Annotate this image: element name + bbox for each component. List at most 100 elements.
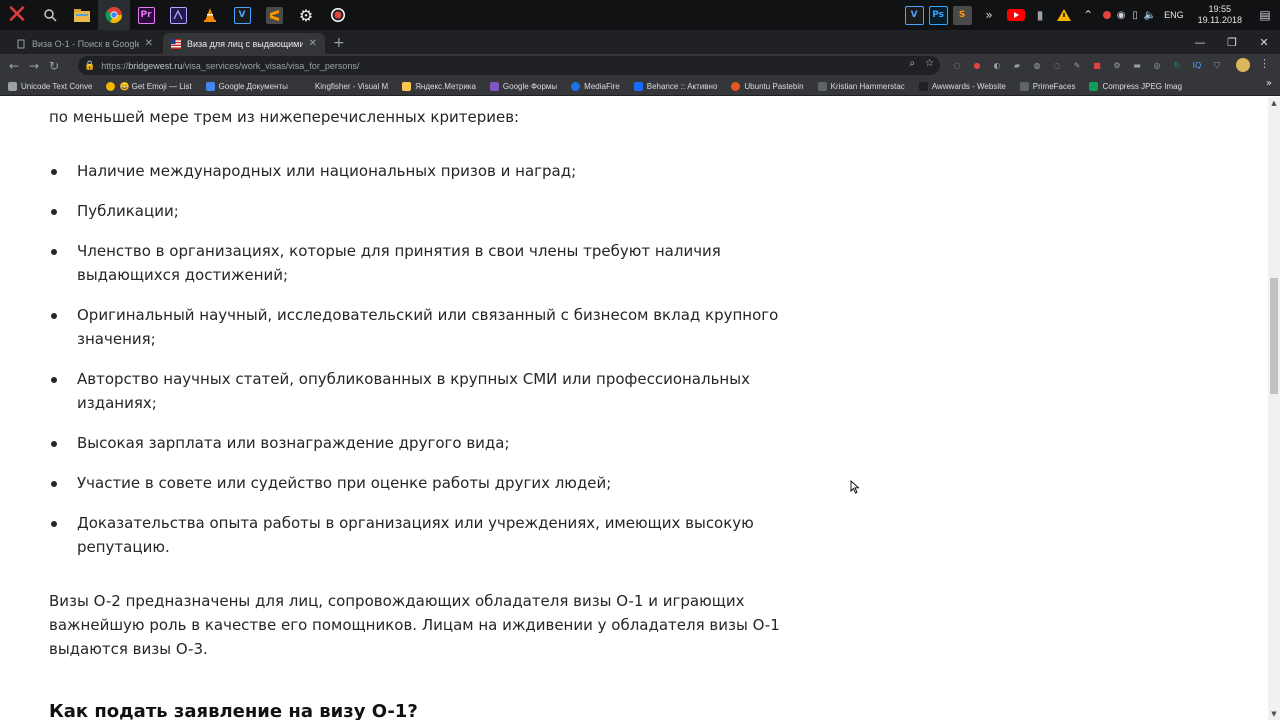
- page-scrollbar[interactable]: ▲ ▼: [1268, 97, 1280, 720]
- extension-icon[interactable]: ▰: [1010, 59, 1024, 73]
- clock-date: 19.11.2018: [1197, 15, 1242, 25]
- extension-icon[interactable]: ◌: [1050, 59, 1064, 73]
- obs-record-icon[interactable]: [322, 0, 354, 30]
- extension-icon[interactable]: ⚙: [1110, 59, 1124, 73]
- bookmark-item[interactable]: Kristian Hammerstac: [817, 81, 905, 91]
- zoom-search-icon[interactable]: ⌕: [909, 58, 915, 69]
- premiere-icon[interactable]: Pr: [130, 0, 162, 30]
- url-text[interactable]: https://bridgewest.ru/visa_services/work…: [101, 61, 359, 71]
- address-bar[interactable]: 🔒 https://bridgewest.ru/visa_services/wo…: [78, 56, 940, 75]
- input-language[interactable]: ENG: [1158, 10, 1190, 20]
- bullet-icon: [51, 481, 57, 487]
- overflow-chevron-icon[interactable]: »: [974, 0, 1004, 30]
- bookmark-item[interactable]: Awwwards - Website: [918, 81, 1006, 91]
- photoshop-tray-icon[interactable]: Ps: [926, 0, 950, 30]
- close-window-icon[interactable]: ✕: [1248, 30, 1280, 54]
- extension-icon[interactable]: ◌: [950, 59, 964, 73]
- taskbar-apps: ✕ Pr V ⚙: [0, 0, 354, 30]
- bookmark-item[interactable]: Яндекс.Метрика: [402, 81, 476, 91]
- tab-google-search[interactable]: Виза O-1 - Поиск в Google ✕: [8, 33, 161, 54]
- extension-icon[interactable]: ◍: [1030, 59, 1044, 73]
- bookmark-item[interactable]: Compress JPEG Imag: [1089, 81, 1182, 91]
- bookmark-item[interactable]: Ubuntu Pastebin: [731, 81, 804, 91]
- bookmark-favicon: [817, 81, 827, 91]
- bullet-icon: [51, 441, 57, 447]
- bookmark-item[interactable]: 😀 Get Emoji — List: [106, 81, 192, 91]
- bookmark-item[interactable]: Google Документы: [205, 81, 288, 91]
- bookmark-favicon: [106, 81, 116, 91]
- extension-blue-icon[interactable]: IQ: [1190, 59, 1204, 73]
- xampp-app-icon[interactable]: ✕: [0, 0, 34, 30]
- record-indicator-icon[interactable]: [1100, 0, 1114, 30]
- bookmark-favicon: [8, 81, 17, 91]
- bookmarks-bar: Unicode Text Conve 😀 Get Emoji — List Go…: [0, 77, 1280, 96]
- criteria-list-item: Авторство научных статей, опубликованных…: [51, 367, 812, 415]
- bookmark-favicon: [918, 81, 928, 91]
- close-tab-icon[interactable]: ✕: [309, 38, 317, 49]
- extensions-row: ◌ ● ◐ ▰ ◍ ◌ ✎ ■ ⚙ ▬ ◎ ↻ IQ ⛉: [950, 54, 1224, 77]
- scrollbar-thumb[interactable]: [1270, 278, 1278, 394]
- bookmark-star-icon[interactable]: ☆: [925, 58, 934, 69]
- sublime-tray-icon[interactable]: S: [950, 0, 974, 30]
- bookmark-favicon: [1089, 81, 1099, 91]
- battery-icon[interactable]: ▯: [1128, 0, 1142, 30]
- bookmark-item[interactable]: Kingfisher - Visual M: [301, 81, 388, 91]
- volume-icon[interactable]: 🔈: [1142, 0, 1158, 30]
- notifications-icon[interactable]: ▤: [1250, 0, 1280, 30]
- restore-icon[interactable]: ❐: [1216, 30, 1248, 54]
- close-tab-icon[interactable]: ✕: [145, 38, 153, 49]
- chrome-menu-icon[interactable]: ⋮: [1259, 57, 1270, 70]
- clock[interactable]: 19:55 19.11.2018: [1190, 4, 1250, 26]
- minimize-icon[interactable]: —: [1184, 30, 1216, 54]
- extension-icon[interactable]: ◐: [990, 59, 1004, 73]
- reload-icon[interactable]: ↻: [44, 59, 64, 73]
- extension-icon[interactable]: ◎: [1150, 59, 1164, 73]
- chrome-icon[interactable]: [98, 0, 130, 30]
- extension-shield-icon[interactable]: ⛉: [1210, 59, 1224, 73]
- scroll-up-arrow-icon[interactable]: ▲: [1268, 97, 1280, 109]
- bookmark-favicon: [489, 81, 499, 91]
- extension-green-icon[interactable]: ↻: [1170, 59, 1184, 73]
- warning-icon[interactable]: [1052, 0, 1076, 30]
- browser-tab-strip: Виза O-1 - Поиск в Google ✕ Виза для лиц…: [0, 30, 1280, 54]
- youtube-icon[interactable]: [1004, 0, 1028, 30]
- search-icon[interactable]: [34, 0, 66, 30]
- bookmark-item[interactable]: Google Формы: [489, 81, 557, 91]
- tab-visa-page[interactable]: Виза для лиц с выдающимися с ✕: [163, 33, 325, 54]
- file-explorer-icon[interactable]: [66, 0, 98, 30]
- bookmark-item[interactable]: Unicode Text Conve: [8, 81, 92, 91]
- back-arrow-icon[interactable]: ←: [4, 59, 24, 73]
- network-icon[interactable]: ◉: [1114, 0, 1128, 30]
- section-heading: Как подать заявление на визу O-1?: [49, 701, 418, 720]
- bookmark-favicon: [205, 81, 215, 91]
- tab-title: Виза O-1 - Поиск в Google: [32, 38, 139, 49]
- extension-icon[interactable]: ✎: [1070, 59, 1084, 73]
- profile-avatar[interactable]: [1236, 58, 1250, 72]
- bookmarks-overflow-icon[interactable]: »: [1266, 78, 1272, 89]
- extension-red-icon[interactable]: ■: [1090, 59, 1104, 73]
- clock-time: 19:55: [1208, 4, 1232, 14]
- forward-arrow-icon[interactable]: →: [24, 59, 44, 73]
- us-flag-icon: [171, 38, 181, 49]
- visual-studio-tray-icon[interactable]: V: [902, 0, 926, 30]
- document-icon: [17, 39, 25, 48]
- page-viewport: по меньшей мере трем из нижеперечисленны…: [0, 97, 1268, 720]
- settings-gear-icon[interactable]: ⚙: [290, 0, 322, 30]
- vlc-icon[interactable]: [194, 0, 226, 30]
- extension-icon[interactable]: ▬: [1130, 59, 1144, 73]
- tab-title: Виза для лиц с выдающимися с: [187, 38, 303, 49]
- visual-studio-icon[interactable]: V: [226, 0, 258, 30]
- after-effects-icon[interactable]: [162, 0, 194, 30]
- lock-icon[interactable]: 🔒: [84, 61, 95, 71]
- bookmark-item[interactable]: MediaFire: [571, 81, 620, 91]
- bookmark-item[interactable]: PrimeFaces: [1019, 81, 1075, 91]
- bookmark-item[interactable]: Behance :: Активно: [633, 81, 717, 91]
- sublime-text-icon[interactable]: [258, 0, 290, 30]
- bookmark-favicon: [1019, 81, 1029, 91]
- scroll-down-arrow-icon[interactable]: ▼: [1268, 708, 1280, 720]
- extension-red-icon[interactable]: ●: [970, 59, 984, 73]
- new-tab-button[interactable]: +: [333, 35, 345, 51]
- pin-icon[interactable]: ▮: [1028, 0, 1052, 30]
- bookmark-favicon: [633, 81, 643, 91]
- tray-expand-chevron-icon[interactable]: ⌃: [1076, 0, 1100, 30]
